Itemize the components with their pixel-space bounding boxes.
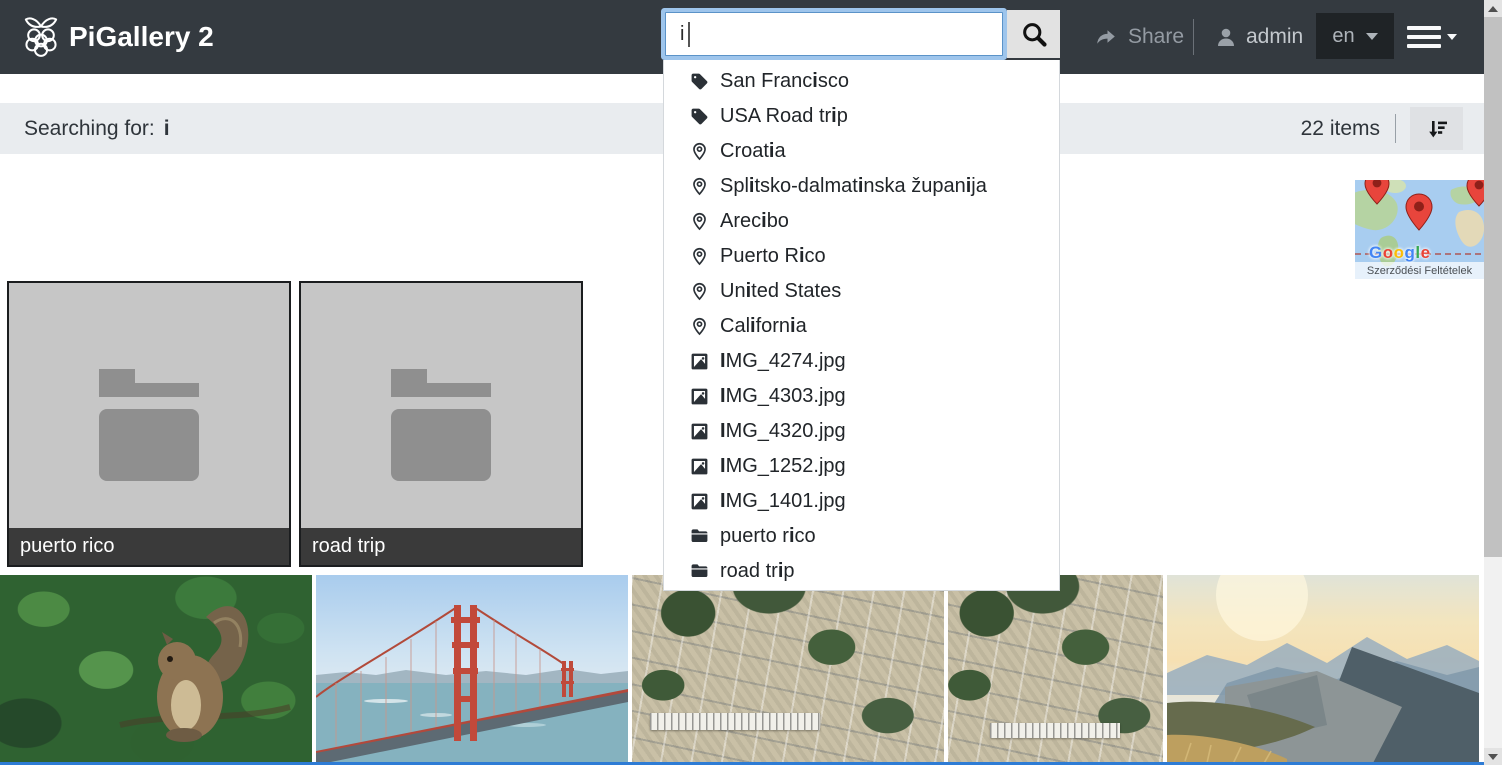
search-suggestion-position[interactable]: Splitsko-dalmatinska županija bbox=[664, 169, 1059, 204]
text-cursor bbox=[688, 22, 690, 47]
white-building bbox=[990, 723, 1120, 738]
suggestion-label: Arecibo bbox=[720, 210, 789, 233]
vertical-scrollbar[interactable] bbox=[1484, 0, 1502, 765]
scroll-up-button[interactable] bbox=[1484, 0, 1502, 17]
search-suggestion-photo[interactable]: IMG_4274.jpg bbox=[664, 344, 1059, 379]
photo-icon bbox=[690, 492, 709, 511]
location-pin-icon bbox=[690, 247, 709, 266]
search-suggestion-photo[interactable]: IMG_4320.jpg bbox=[664, 414, 1059, 449]
white-building bbox=[650, 713, 820, 730]
search-suggestion-directory[interactable]: puerto rico bbox=[664, 519, 1059, 554]
folder-icon bbox=[690, 527, 709, 546]
search-query-text: i bbox=[164, 117, 170, 141]
suggestion-label: IMG_4320.jpg bbox=[720, 420, 846, 443]
username-label: admin bbox=[1246, 25, 1303, 49]
photo-thumbnail-mountain-landscape[interactable] bbox=[1167, 575, 1479, 765]
chevron-down-icon bbox=[1366, 33, 1378, 40]
navbar-divider bbox=[1193, 19, 1194, 55]
bridge-illustration bbox=[316, 575, 628, 765]
search-suggestion-photo[interactable]: IMG_1252.jpg bbox=[664, 449, 1059, 484]
photo-thumbnail-city-aerial-2[interactable] bbox=[948, 575, 1163, 765]
folder-placeholder-icon bbox=[391, 369, 491, 481]
search-suggestion-position[interactable]: United States bbox=[664, 274, 1059, 309]
squirrel-illustration bbox=[0, 575, 312, 765]
photo-thumbnail-city-aerial-1[interactable] bbox=[632, 575, 944, 765]
suggestion-label: puerto rico bbox=[720, 525, 816, 548]
share-button[interactable]: Share bbox=[1093, 0, 1184, 74]
scrollbar-thumb[interactable] bbox=[1484, 17, 1502, 557]
scroll-down-button[interactable] bbox=[1484, 748, 1502, 765]
mountain-illustration bbox=[1167, 575, 1479, 765]
brand-link[interactable]: PiGallery 2 bbox=[22, 0, 214, 74]
folder-icon bbox=[690, 562, 709, 581]
photo-thumbnail-golden-gate-bridge[interactable] bbox=[316, 575, 628, 765]
user-menu-button[interactable]: admin bbox=[1214, 0, 1303, 74]
directory-name: road trip bbox=[301, 528, 581, 565]
suggestion-label: IMG_1252.jpg bbox=[720, 455, 846, 478]
language-dropdown[interactable]: en bbox=[1316, 13, 1394, 59]
search-suggestion-photo[interactable]: IMG_4303.jpg bbox=[664, 379, 1059, 414]
search-button[interactable] bbox=[1007, 10, 1060, 58]
sort-button[interactable] bbox=[1410, 107, 1463, 150]
suggestion-label: San Francisco bbox=[720, 70, 849, 93]
location-pin-icon bbox=[690, 282, 709, 301]
location-pin-icon bbox=[690, 317, 709, 336]
search-input[interactable] bbox=[665, 12, 1003, 56]
person-icon bbox=[1214, 25, 1238, 49]
suggestion-label: IMG_1401.jpg bbox=[720, 490, 846, 513]
tag-icon bbox=[690, 72, 709, 91]
pigallery2-app: PiGallery 2 Share admin en bbox=[0, 0, 1502, 765]
location-pin-icon bbox=[690, 142, 709, 161]
item-count-label: 22 items bbox=[1301, 103, 1380, 154]
chevron-down-icon bbox=[1447, 34, 1457, 40]
suggestion-label: Croatia bbox=[720, 140, 786, 163]
suggestion-label: road trip bbox=[720, 560, 795, 583]
search-suggestions-list: San Francisco USA Road trip Croatia Splitsk… bbox=[663, 60, 1060, 591]
map-attribution-link[interactable]: Szerződési Feltételek bbox=[1355, 262, 1484, 279]
directory-thumbnail[interactable]: puerto rico bbox=[7, 281, 291, 567]
search-suggestion-tag[interactable]: USA Road trip bbox=[664, 99, 1059, 134]
suggestion-label: California bbox=[720, 315, 807, 338]
suggestion-label: USA Road trip bbox=[720, 105, 848, 128]
arrow-up-icon bbox=[1488, 6, 1498, 12]
map-thumbnail-button[interactable]: Google Szerződési Feltételek bbox=[1355, 180, 1484, 279]
suggestion-label: IMG_4303.jpg bbox=[720, 385, 846, 408]
search-suggestion-position[interactable]: Croatia bbox=[664, 134, 1059, 169]
searching-for-text: Searching for:i bbox=[24, 103, 170, 154]
photo-icon bbox=[690, 352, 709, 371]
folder-placeholder-icon bbox=[99, 369, 199, 481]
directories-row: puerto rico road trip bbox=[7, 281, 583, 567]
directory-thumbnail[interactable]: road trip bbox=[299, 281, 583, 567]
suggestion-label: Splitsko-dalmatinska županija bbox=[720, 175, 987, 198]
tag-icon bbox=[690, 107, 709, 126]
search-suggestion-position[interactable]: California bbox=[664, 309, 1059, 344]
directory-name: puerto rico bbox=[9, 528, 289, 565]
photo-thumbnail-squirrel[interactable] bbox=[0, 575, 312, 765]
search-suggestion-directory[interactable]: road trip bbox=[664, 554, 1059, 589]
location-pin-icon bbox=[690, 212, 709, 231]
hamburger-icon bbox=[1407, 26, 1441, 48]
suggestion-label: Puerto Rico bbox=[720, 245, 826, 268]
share-arrow-icon bbox=[1093, 25, 1119, 49]
search-suggestion-position[interactable]: Arecibo bbox=[664, 204, 1059, 239]
search-suggestion-tag[interactable]: San Francisco bbox=[664, 64, 1059, 99]
google-logo: Google bbox=[1369, 243, 1431, 263]
filter-bar-divider bbox=[1395, 114, 1396, 143]
sort-amount-down-icon bbox=[1425, 117, 1449, 141]
main-menu-button[interactable] bbox=[1407, 0, 1457, 74]
raspberry-icon bbox=[22, 16, 60, 58]
search-suggestion-position[interactable]: Puerto Rico bbox=[664, 239, 1059, 274]
photo-icon bbox=[690, 422, 709, 441]
search-icon bbox=[1020, 20, 1048, 48]
arrow-down-icon bbox=[1488, 754, 1498, 760]
photo-icon bbox=[690, 387, 709, 406]
photo-icon bbox=[690, 457, 709, 476]
language-selected: en bbox=[1332, 25, 1354, 48]
location-pin-icon bbox=[690, 177, 709, 196]
share-label: Share bbox=[1128, 25, 1184, 49]
suggestion-label: IMG_4274.jpg bbox=[720, 350, 846, 373]
suggestion-label: United States bbox=[720, 280, 841, 303]
search-suggestion-photo[interactable]: IMG_1401.jpg bbox=[664, 484, 1059, 519]
brand-title: PiGallery 2 bbox=[69, 21, 214, 53]
